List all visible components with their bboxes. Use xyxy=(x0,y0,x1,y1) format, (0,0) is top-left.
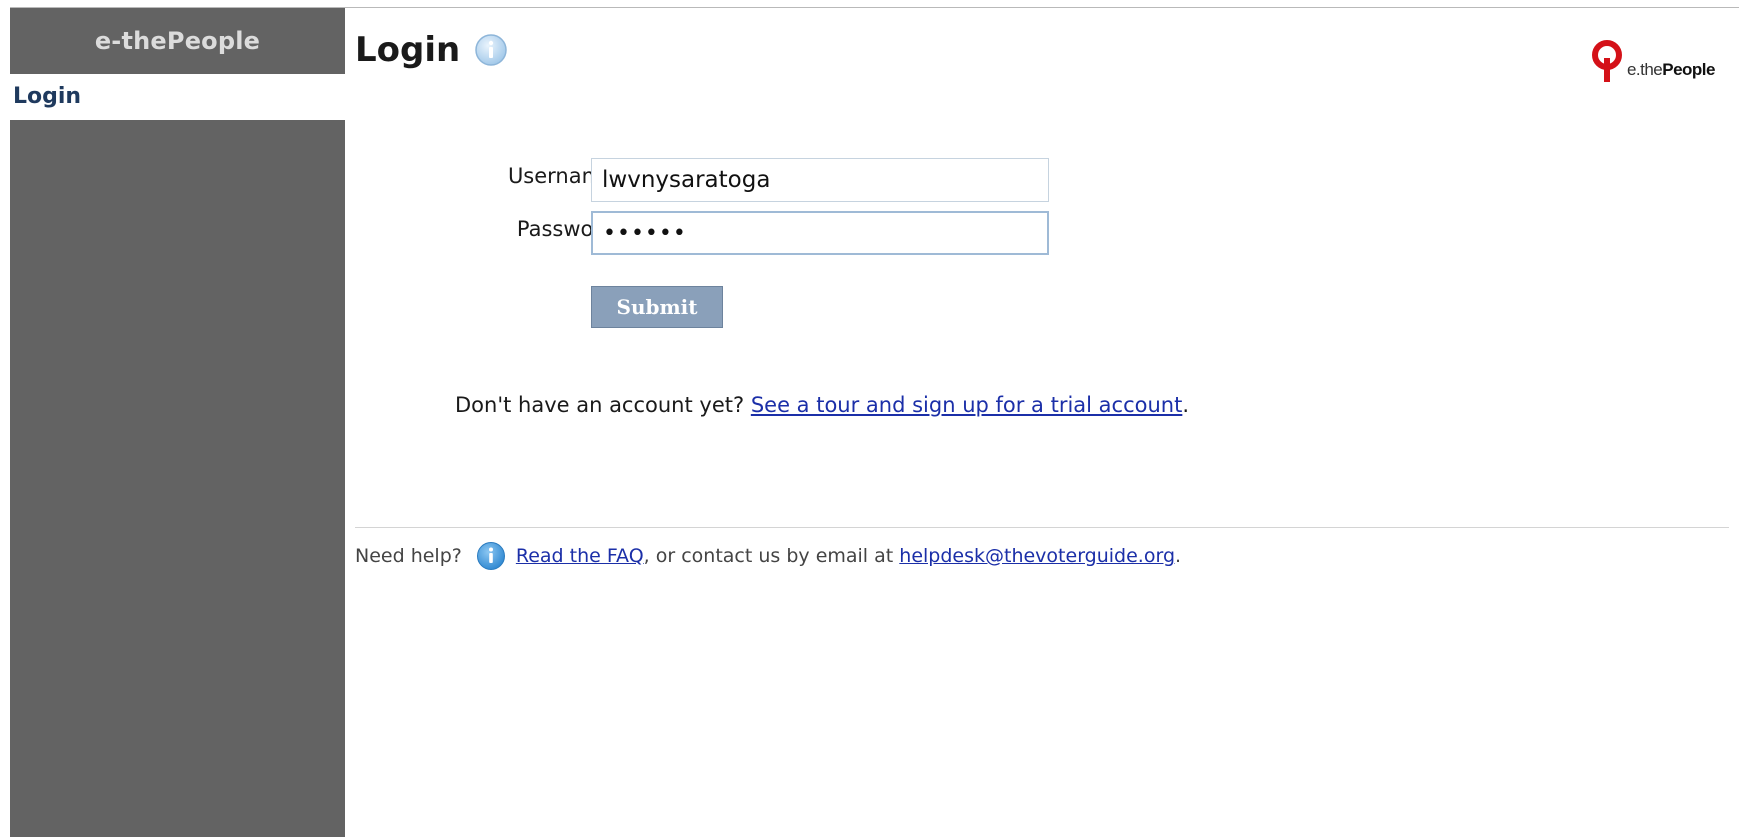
username-row: Username xyxy=(355,158,1055,204)
signup-prompt: Don't have an account yet? See a tour an… xyxy=(455,393,1189,417)
page-title: Login xyxy=(355,30,461,70)
submit-button[interactable]: Submit xyxy=(591,286,723,328)
help-middle: , or contact us by email at xyxy=(643,545,894,567)
divider xyxy=(355,527,1729,528)
sidebar-item-login[interactable]: Login xyxy=(10,74,345,120)
help-line: Need help? Read the FAQ, or contact us b… xyxy=(355,541,1181,571)
logo-prefix: e.the xyxy=(1626,60,1663,79)
main-content: Login e.thePeople Username lwvnysaratoga… xyxy=(355,8,1739,836)
signup-prompt-text: Don't have an account yet? xyxy=(455,393,745,417)
sidebar-title: e-thePeople xyxy=(94,27,261,55)
brand-logo: e.thePeople xyxy=(1591,38,1715,84)
logo-text: e.thePeople xyxy=(1626,60,1716,80)
faq-link[interactable]: Read the FAQ xyxy=(516,545,644,567)
password-field[interactable] xyxy=(591,211,1049,255)
username-field[interactable] xyxy=(591,158,1049,202)
signup-link[interactable]: See a tour and sign up for a trial accou… xyxy=(751,393,1183,417)
page-header: Login xyxy=(355,30,508,70)
help-prefix: Need help? xyxy=(355,545,462,567)
logo-mark-icon xyxy=(1591,40,1622,82)
password-row: Password xyxy=(355,211,1055,257)
info-icon[interactable] xyxy=(474,33,508,67)
sidebar: e-thePeople Login xyxy=(10,8,345,837)
help-suffix: . xyxy=(1175,545,1182,567)
signup-suffix: . xyxy=(1182,393,1190,417)
logo-name: People xyxy=(1662,60,1715,79)
app-frame: e-thePeople Login Login e.thePeople User… xyxy=(10,7,1739,837)
helpdesk-email-link[interactable]: helpdesk@thevoterguide.org xyxy=(899,545,1175,567)
info-icon xyxy=(476,542,505,570)
